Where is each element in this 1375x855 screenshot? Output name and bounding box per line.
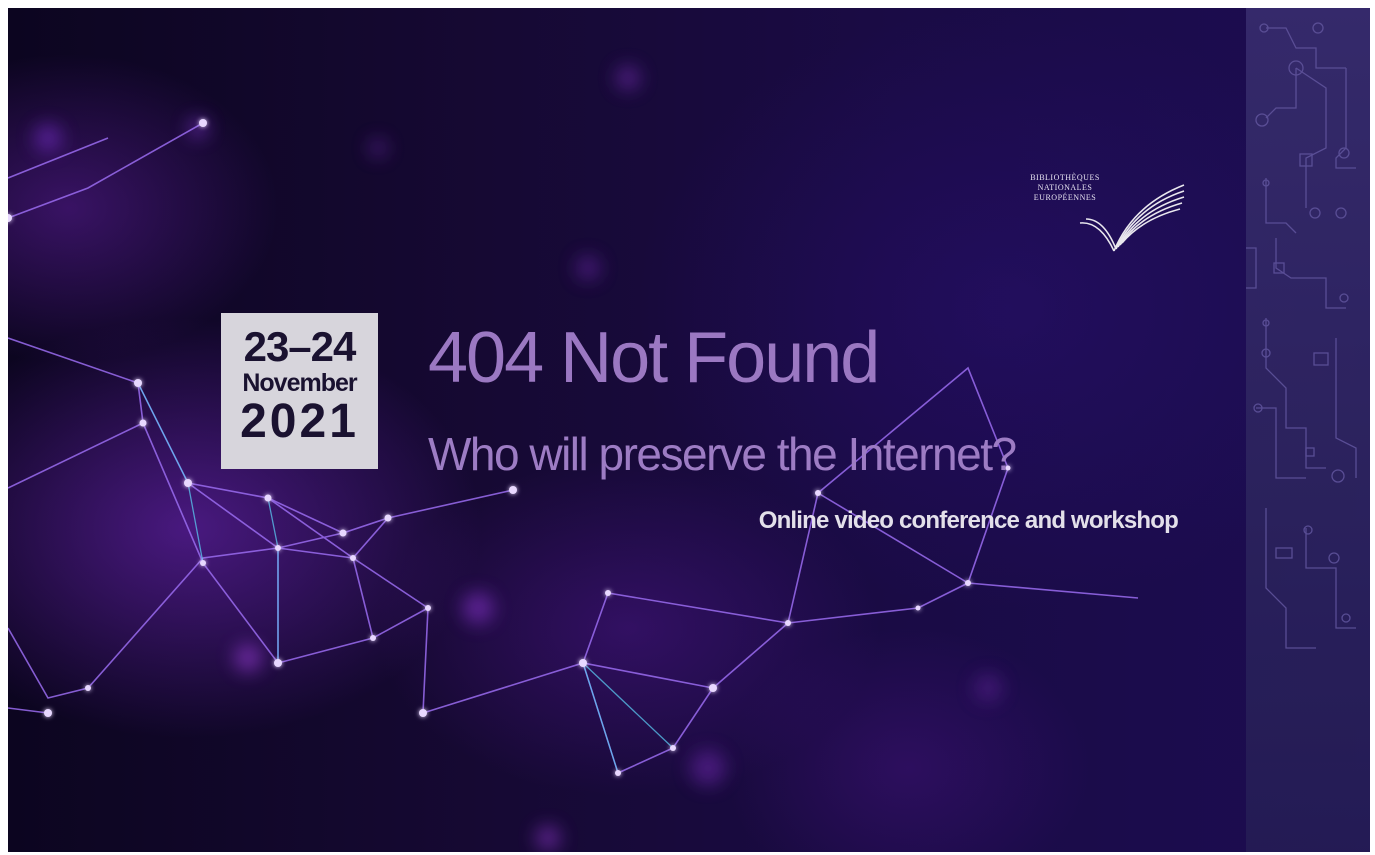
event-title: 404 Not Found — [428, 318, 880, 398]
event-subtitle: Who will preserve the Internet? — [428, 428, 1017, 480]
event-tagline: Online video conference and workshop — [758, 507, 1179, 534]
date-range: 23–24 — [243, 323, 357, 370]
date-month: November — [242, 369, 357, 397]
logo-line-1: BIBLIOTHÈQUES — [1030, 173, 1100, 182]
circuit-board-graphic — [1246, 22, 1357, 649]
date-year: 2021 — [240, 395, 359, 448]
circuit-panel — [1246, 8, 1370, 852]
event-banner: BIBLIOTHÈQUES NATIONALES EUROPÉENNES 23–… — [8, 8, 1370, 852]
library-logo: BIBLIOTHÈQUES NATIONALES EUROPÉENNES — [1020, 173, 1190, 253]
date-box: 23–24 November 2021 — [221, 313, 378, 469]
open-book-icon — [1079, 184, 1185, 252]
